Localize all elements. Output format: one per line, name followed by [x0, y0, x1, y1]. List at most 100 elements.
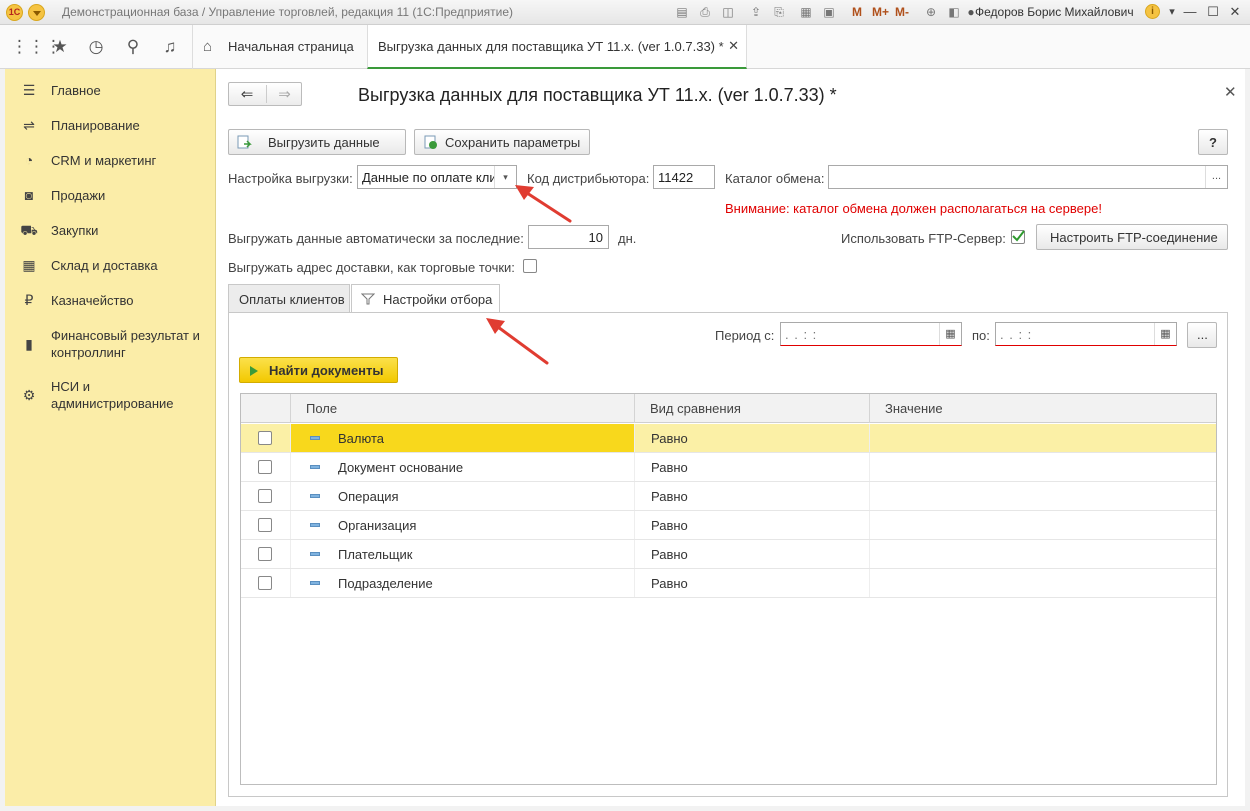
distributor-code-field[interactable]: 11422 — [653, 165, 715, 189]
calendar-icon[interactable]: ▦ — [939, 323, 961, 345]
history-icon[interactable]: ◷ — [84, 35, 108, 59]
play-icon — [250, 366, 258, 376]
table-row[interactable]: Организация Равно — [241, 511, 1216, 540]
sidebar-item-label: CRM и маркетинг — [51, 153, 157, 168]
tab-client-payments[interactable]: Оплаты клиентов — [228, 284, 350, 313]
tab-export-data[interactable]: Выгрузка данных для поставщика УТ 11.х. … — [367, 25, 747, 69]
comparison-type[interactable]: Равно — [651, 518, 688, 533]
save-icon[interactable]: ▤ — [674, 4, 690, 20]
tab-home[interactable]: ⌂ Начальная страница — [192, 25, 362, 69]
auto-export-days-field[interactable]: 10 — [528, 225, 609, 249]
row-checkbox[interactable] — [258, 518, 272, 532]
preview-icon[interactable]: ◫ — [720, 4, 736, 20]
minimize-button[interactable]: — — [1180, 2, 1200, 22]
main-menu-button[interactable] — [28, 4, 45, 21]
find-documents-button[interactable]: Найти документы — [239, 357, 398, 383]
table-row[interactable]: Плательщик Равно — [241, 540, 1216, 569]
comparison-type[interactable]: Равно — [651, 576, 688, 591]
planning-icon: ⇌ — [23, 117, 35, 133]
filter-settings-panel: Период с: . . : : ▦ по: . . : : ▦ ... На… — [228, 312, 1228, 797]
table-row[interactable]: Документ основание Равно — [241, 453, 1216, 482]
export-setting-label: Настройка выгрузки: — [228, 171, 353, 186]
browse-catalog-button[interactable]: ... — [1205, 166, 1227, 188]
crm-icon: ◔ — [24, 152, 34, 168]
comparison-type[interactable]: Равно — [651, 460, 688, 475]
use-ftp-checkbox[interactable] — [1011, 230, 1025, 244]
field-name: Плательщик — [338, 547, 413, 562]
configure-ftp-button[interactable]: Настроить FTP-соединение — [1036, 224, 1228, 250]
calculator-icon[interactable]: ▦ — [798, 4, 814, 20]
period-to-field[interactable]: . . : : ▦ — [995, 322, 1177, 346]
zoom-icon[interactable]: ⊕ — [923, 4, 939, 20]
period-select-button[interactable]: ... — [1187, 322, 1217, 348]
auto-export-label: Выгружать данные автоматически за послед… — [228, 231, 524, 246]
calendar-icon[interactable]: ▦ — [1154, 323, 1176, 345]
period-from-field[interactable]: . . : : ▦ — [780, 322, 962, 346]
favorites-star-icon[interactable]: ★ — [48, 35, 72, 59]
calendar-icon[interactable]: ▣ — [821, 4, 837, 20]
upload-icon[interactable]: ⇪ — [748, 4, 764, 20]
sidebar-item-label: Финансовый результат и контроллинг — [51, 328, 200, 360]
home-icon: ⌂ — [203, 38, 213, 55]
window-titlebar: 1С Демонстрационная база / Управление то… — [0, 0, 1250, 25]
user-name[interactable]: Федоров Борис Михайлович — [975, 5, 1134, 19]
warehouse-icon: ▦ — [22, 257, 36, 273]
sidebar-item-label: Склад и доставка — [51, 258, 158, 273]
column-header-comparison[interactable]: Вид сравнения — [635, 394, 870, 423]
sidebar-item-label: НСИ и администрирование — [51, 379, 174, 411]
export-setting-select[interactable]: Данные по оплате кли ▾ — [357, 165, 517, 189]
row-checkbox[interactable] — [258, 547, 272, 561]
export-icon — [236, 134, 252, 150]
exchange-catalog-field[interactable]: ... — [828, 165, 1228, 189]
distributor-code-label: Код дистрибьютора: — [527, 171, 650, 186]
period-from-label: Период с: — [715, 328, 775, 343]
column-header-field[interactable]: Поле — [291, 394, 635, 423]
memory-plus-button[interactable]: M+ — [872, 5, 889, 19]
export-data-button[interactable]: Выгрузить данные — [228, 129, 406, 155]
link-icon[interactable]: ⎘ — [771, 4, 787, 20]
tab-bar: ⋮⋮⋮ ★ ◷ ⚲ ♫ ⌂ Начальная страница Выгрузк… — [0, 25, 1250, 69]
navigation-buttons: ⇐ ⇒ — [228, 82, 302, 106]
forward-arrow-icon[interactable]: ⇒ — [266, 85, 302, 103]
comparison-type[interactable]: Равно — [651, 431, 688, 446]
menu-icon: ☰ — [22, 82, 36, 98]
row-checkbox[interactable] — [258, 489, 272, 503]
export-address-checkbox[interactable] — [523, 259, 537, 273]
field-name: Документ основание — [338, 460, 464, 475]
sidebar-item-label: Продажи — [51, 188, 106, 203]
field-name: Подразделение — [338, 576, 433, 591]
save-parameters-button[interactable]: Сохранить параметры — [414, 129, 590, 155]
table-row[interactable]: Подразделение Равно — [241, 569, 1216, 598]
tab-home-label: Начальная страница — [228, 39, 354, 54]
filter-icon — [360, 292, 376, 306]
apps-grid-icon[interactable]: ⋮⋮⋮ — [11, 35, 62, 59]
close-form-icon[interactable]: ✕ — [1224, 83, 1237, 101]
row-checkbox[interactable] — [258, 576, 272, 590]
comparison-type[interactable]: Равно — [651, 547, 688, 562]
back-arrow-icon[interactable]: ⇐ — [229, 85, 265, 103]
print-icon[interactable]: ⎙ — [697, 4, 713, 20]
help-button[interactable]: ? — [1198, 129, 1228, 155]
info-icon[interactable]: i — [1145, 4, 1160, 19]
close-window-button[interactable]: ✕ — [1225, 2, 1245, 22]
1c-logo-icon: 1С — [6, 4, 23, 21]
maximize-button[interactable]: ☐ — [1203, 2, 1223, 22]
column-header-value[interactable]: Значение — [870, 394, 1216, 423]
table-row[interactable]: Операция Равно — [241, 482, 1216, 511]
memory-button[interactable]: M — [852, 5, 862, 19]
tab-filter-settings[interactable]: Настройки отбора — [351, 284, 500, 314]
panel-icon[interactable]: ◧ — [946, 4, 962, 20]
notifications-bell-icon[interactable]: ♫ — [158, 35, 182, 59]
table-row[interactable]: Валюта Равно — [241, 424, 1216, 453]
comparison-type[interactable]: Равно — [651, 489, 688, 504]
search-icon[interactable]: ⚲ — [121, 35, 145, 59]
days-unit-label: дн. — [618, 231, 637, 246]
memory-minus-button[interactable]: M- — [895, 5, 909, 19]
close-tab-icon[interactable]: ✕ — [728, 38, 739, 54]
chevron-down-icon[interactable]: ▾ — [1162, 2, 1182, 22]
row-checkbox[interactable] — [258, 460, 272, 474]
chevron-down-icon[interactable]: ▾ — [494, 166, 516, 188]
row-checkbox[interactable] — [258, 431, 272, 445]
gear-icon: ⚙ — [22, 387, 36, 403]
column-header-check — [241, 394, 291, 423]
